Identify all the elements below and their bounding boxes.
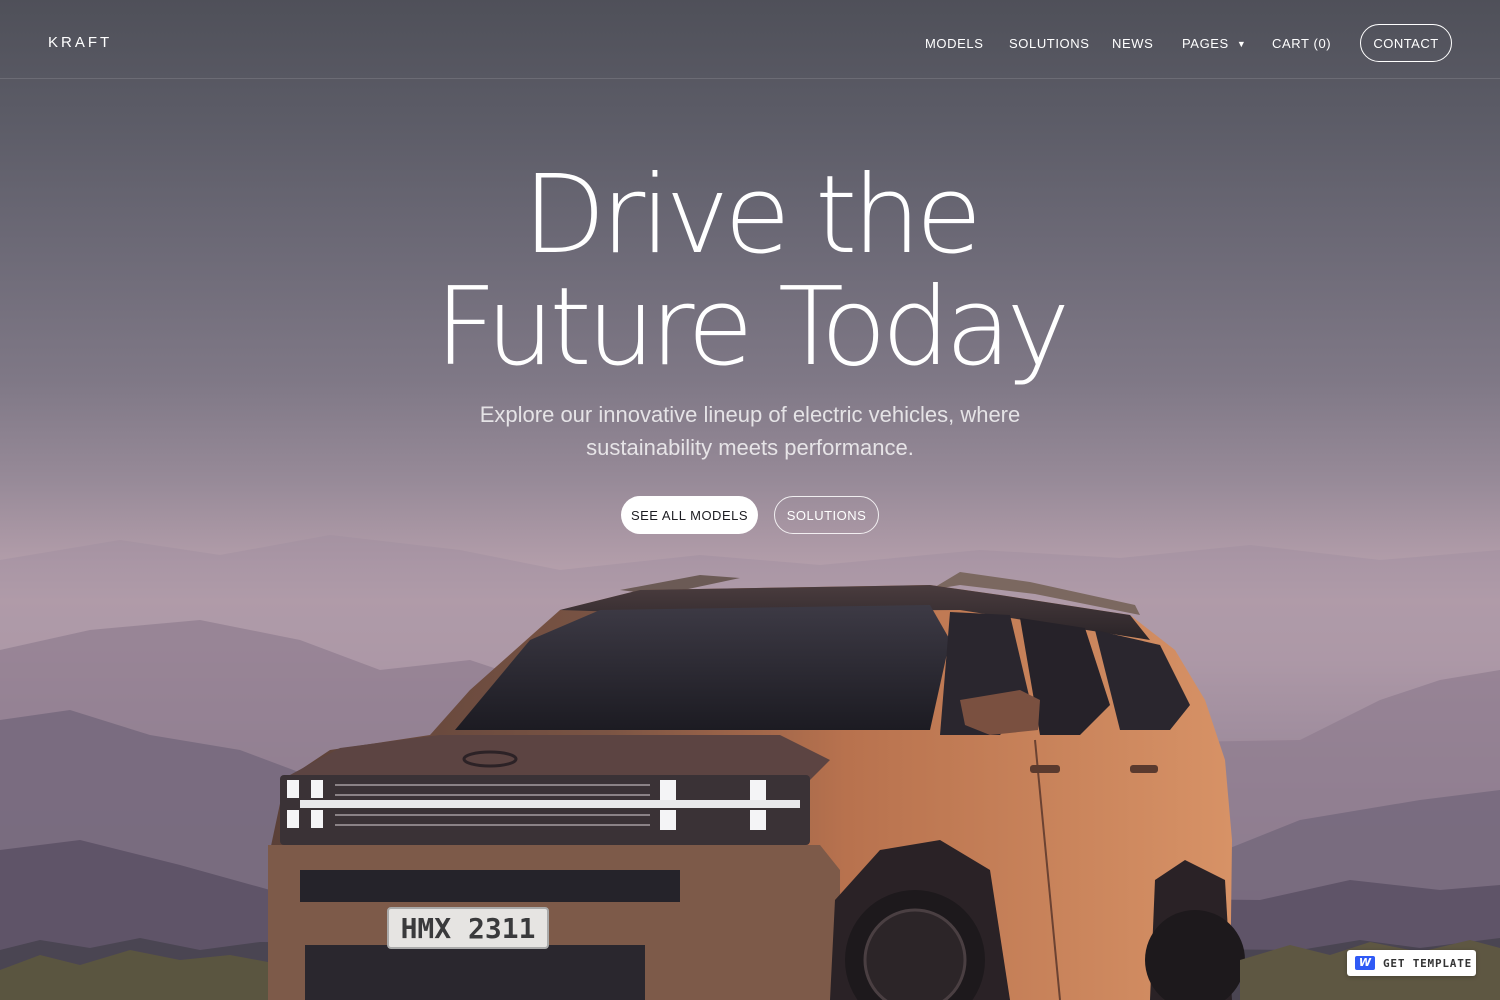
hero-title: Drive the Future Today [0,160,1500,384]
hero-subtitle: Explore our innovative lineup of electri… [479,402,1021,460]
nav-item-news[interactable]: NEWS [1112,36,1153,51]
solutions-button[interactable]: SOLUTIONS [774,496,879,534]
get-template-label: GET TEMPLATE [1383,956,1473,970]
hero-title-line-2: Future Today [434,265,1071,390]
webflow-icon: W [1355,956,1375,970]
see-all-models-button[interactable]: SEE ALL MODELS [621,496,758,534]
nav-item-models[interactable]: MODELS [925,36,984,51]
get-template-badge[interactable]: W GET TEMPLATE [1347,950,1476,976]
nav-item-solutions[interactable]: SOLUTIONS [1009,36,1090,51]
top-navigation: KRAFT MODELS SOLUTIONS NEWS PAGES ▼ CART … [0,0,1500,79]
hero-title-line-1: Drive the [522,153,982,278]
contact-button[interactable]: CONTACT [1360,24,1452,62]
nav-item-pages[interactable]: PAGES ▼ [1182,36,1246,51]
license-plate: HMX 2311 [401,912,536,945]
chevron-down-icon: ▼ [1236,39,1247,49]
nav-item-cart[interactable]: CART (0) [1272,36,1331,51]
nav-menu: MODELS SOLUTIONS NEWS PAGES ▼ CART (0) [0,36,1500,56]
nav-item-pages-label: PAGES [1182,36,1229,51]
